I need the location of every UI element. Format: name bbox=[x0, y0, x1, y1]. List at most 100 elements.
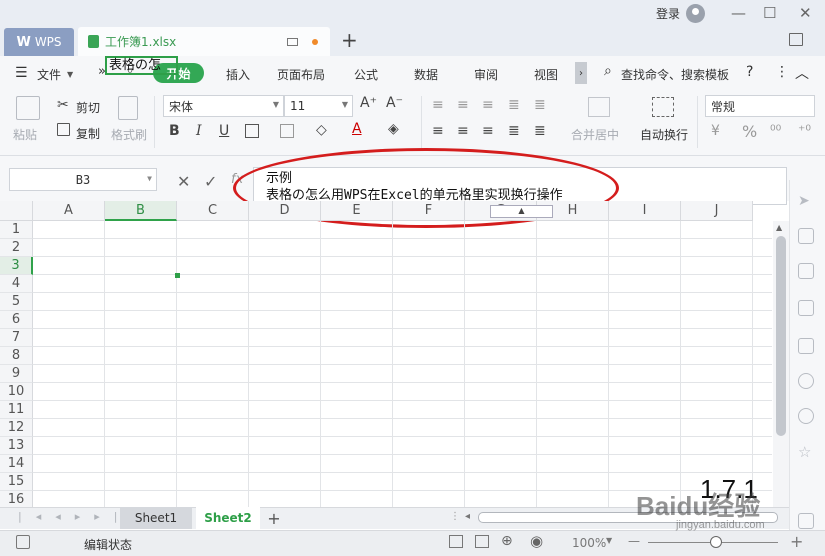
tab-data[interactable]: 数据 bbox=[414, 66, 438, 83]
name-box[interactable]: B3 ▼ bbox=[9, 168, 157, 191]
sidebar-toggle-icon[interactable] bbox=[789, 33, 803, 46]
sheet-nav-icons[interactable]: |◂◂▸▸| bbox=[18, 510, 132, 523]
scroll-left-icon[interactable]: ◂ bbox=[465, 511, 470, 522]
align-top-icon[interactable]: ≡ bbox=[432, 97, 444, 113]
close-button[interactable]: ✕ bbox=[799, 4, 812, 22]
column-header-b[interactable]: B bbox=[105, 201, 177, 221]
selected-cell[interactable]: 表格の怎 bbox=[105, 56, 178, 75]
align-bottom-icon[interactable]: ≡ bbox=[482, 97, 494, 113]
row-header-16[interactable]: 16 bbox=[0, 491, 33, 507]
copy-button[interactable]: 复制 bbox=[76, 125, 100, 142]
file-menu[interactable]: 文件 bbox=[37, 66, 61, 83]
thousands-icon[interactable]: ⁰⁰ bbox=[770, 123, 781, 139]
underline-button[interactable]: U bbox=[219, 123, 229, 139]
wrap-text-button[interactable]: 自动换行 bbox=[640, 126, 688, 143]
border-icon[interactable] bbox=[245, 124, 259, 138]
row-header-1[interactable]: 1 bbox=[0, 221, 33, 239]
paste-button[interactable]: 粘贴 bbox=[13, 126, 37, 143]
cell-style-icon[interactable] bbox=[280, 124, 294, 138]
font-size-select[interactable]: 11 ▼ bbox=[284, 95, 353, 117]
fill-handle[interactable] bbox=[175, 273, 180, 278]
zoom-slider-knob[interactable] bbox=[710, 536, 722, 548]
zoom-dropdown-icon[interactable]: ▼ bbox=[606, 536, 612, 545]
properties-icon[interactable] bbox=[798, 263, 814, 279]
row-header-11[interactable]: 11 bbox=[0, 401, 33, 419]
number-format-select[interactable]: 常规 bbox=[705, 95, 815, 117]
paste-icon[interactable] bbox=[16, 96, 40, 120]
column-header-a[interactable]: A bbox=[33, 201, 105, 221]
column-header-f[interactable]: F bbox=[393, 201, 465, 221]
normal-view-icon[interactable] bbox=[449, 535, 463, 548]
font-name-select[interactable]: 宋体 ▼ bbox=[163, 95, 284, 117]
row-header-10[interactable]: 10 bbox=[0, 383, 33, 401]
sheet-tab-1[interactable]: Sheet1 bbox=[120, 507, 192, 529]
row-header-7[interactable]: 7 bbox=[0, 329, 33, 347]
align-left-icon[interactable]: ≡ bbox=[432, 123, 444, 139]
tab-review[interactable]: 审阅 bbox=[474, 66, 498, 83]
percent-button[interactable]: % bbox=[742, 122, 757, 141]
shrink-font-button[interactable]: A⁻ bbox=[386, 95, 403, 111]
monitor-icon[interactable] bbox=[287, 37, 298, 46]
column-header-c[interactable]: C bbox=[177, 201, 249, 221]
align-center-icon[interactable]: ≡ bbox=[457, 123, 469, 139]
decimal-icon[interactable]: ⁺⁰ bbox=[798, 123, 811, 139]
maximize-button[interactable]: ☐ bbox=[763, 4, 776, 22]
indent-icon[interactable]: ≣ bbox=[534, 97, 546, 113]
share-icon[interactable] bbox=[798, 300, 814, 316]
minimize-button[interactable]: — bbox=[731, 4, 746, 22]
command-search[interactable]: 查找命令、搜索模板 bbox=[621, 66, 729, 83]
row-header-12[interactable]: 12 bbox=[0, 419, 33, 437]
sheet-tab-2[interactable]: Sheet2 bbox=[196, 507, 260, 529]
row-header-9[interactable]: 9 bbox=[0, 365, 33, 383]
help-button[interactable]: ? bbox=[746, 64, 753, 80]
align-middle-icon[interactable]: ≡ bbox=[457, 97, 469, 113]
file-chevron-icon[interactable]: ▼ bbox=[67, 70, 73, 79]
select-all-corner[interactable] bbox=[0, 201, 33, 221]
document-tab[interactable]: 工作簿1.xlsx bbox=[78, 27, 330, 56]
scroll-up-icon[interactable]: ▲ bbox=[776, 223, 782, 232]
new-tab-button[interactable]: + bbox=[341, 28, 358, 52]
row-header-8[interactable]: 8 bbox=[0, 347, 33, 365]
cancel-edit-button[interactable]: ✕ bbox=[177, 172, 190, 191]
confirm-edit-button[interactable]: ✓ bbox=[204, 172, 217, 191]
formula-collapse-handle[interactable]: ▲ bbox=[490, 205, 553, 218]
help-circle-icon[interactable] bbox=[798, 408, 814, 424]
row-header-4[interactable]: 4 bbox=[0, 275, 33, 293]
history-icon[interactable] bbox=[798, 373, 814, 389]
merge-center-button[interactable]: 合并居中 bbox=[571, 126, 619, 143]
panel-icon[interactable] bbox=[798, 513, 814, 529]
zoom-value[interactable]: 100% bbox=[572, 536, 606, 550]
wps-home-tab[interactable]: W WPS bbox=[4, 28, 74, 56]
format-painter-button[interactable]: 格式刷 bbox=[111, 126, 147, 143]
grow-font-button[interactable]: A⁺ bbox=[360, 95, 377, 111]
italic-button[interactable]: I bbox=[196, 123, 202, 139]
page-layout-view-icon[interactable] bbox=[475, 535, 489, 548]
tab-view[interactable]: 视图 bbox=[534, 66, 558, 83]
row-header-14[interactable]: 14 bbox=[0, 455, 33, 473]
bold-button[interactable]: B bbox=[169, 123, 180, 139]
zoom-out-button[interactable]: — bbox=[628, 534, 640, 548]
row-header-2[interactable]: 2 bbox=[0, 239, 33, 257]
column-header-d[interactable]: D bbox=[249, 201, 321, 221]
tab-page-layout[interactable]: 页面布局 bbox=[277, 66, 325, 83]
currency-icon[interactable]: ¥ bbox=[711, 123, 720, 139]
row-header-15[interactable]: 15 bbox=[0, 473, 33, 491]
reading-mode-icon[interactable]: ◉ bbox=[530, 532, 543, 550]
tab-split-handle[interactable]: ⋮ bbox=[450, 511, 460, 522]
star-icon[interactable]: ☆ bbox=[798, 443, 814, 461]
tab-insert[interactable]: 插入 bbox=[226, 66, 250, 83]
row-header-5[interactable]: 5 bbox=[0, 293, 33, 311]
tab-formulas[interactable]: 公式 bbox=[354, 66, 378, 83]
ribbon-scroll-right-button[interactable]: › bbox=[575, 62, 587, 84]
clear-format-icon[interactable]: ◈ bbox=[388, 121, 399, 137]
fill-color-icon[interactable]: ◇ bbox=[316, 122, 327, 138]
login-button[interactable]: 登录 bbox=[656, 4, 706, 23]
zoom-in-button[interactable]: + bbox=[790, 532, 803, 551]
hamburger-icon[interactable]: ☰ bbox=[15, 65, 28, 81]
outdent-icon[interactable]: ≣ bbox=[508, 97, 520, 113]
distribute-icon[interactable]: ≣ bbox=[534, 123, 546, 139]
cut-button[interactable]: 剪切 bbox=[76, 99, 100, 116]
template-icon[interactable] bbox=[798, 338, 814, 354]
row-header-3[interactable]: 3 bbox=[0, 257, 33, 275]
align-right-icon[interactable]: ≡ bbox=[482, 123, 494, 139]
